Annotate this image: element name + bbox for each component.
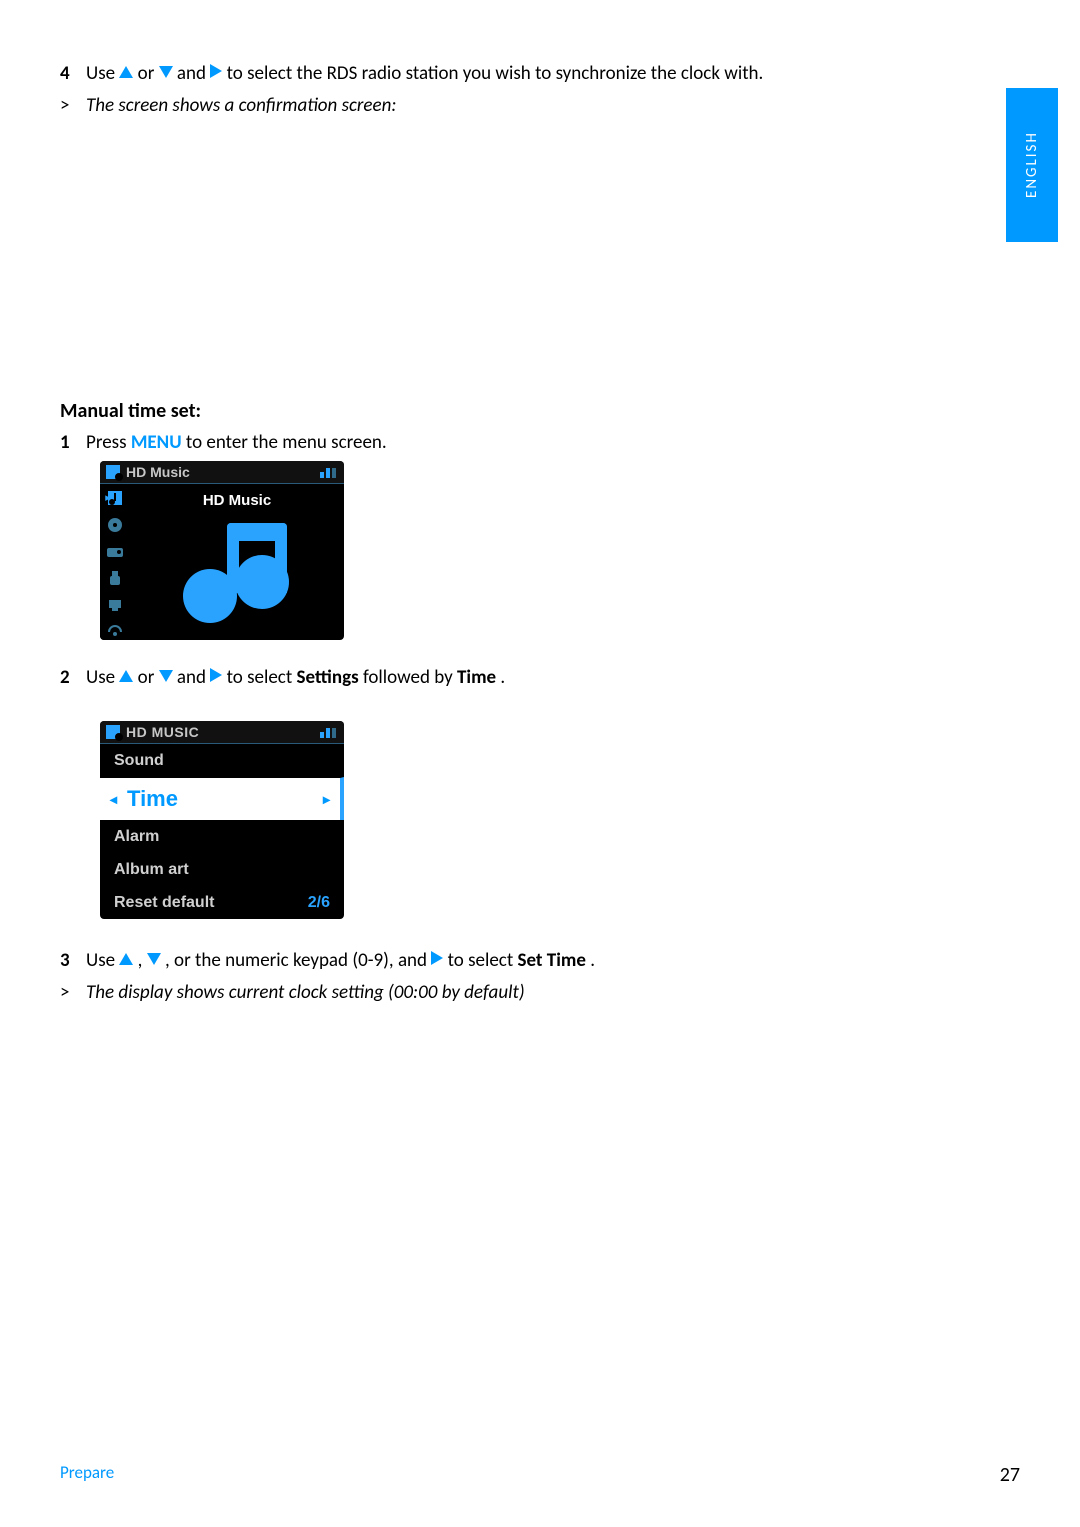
music-note-icon [106, 725, 120, 739]
sidebar-music-icon [106, 490, 124, 507]
screen1-title: HD Music [126, 464, 190, 480]
time-label: Time [457, 666, 496, 689]
footer-section: Prepare [60, 1462, 114, 1483]
up-icon [119, 953, 133, 965]
t: followed by [363, 666, 457, 689]
t: to select [227, 666, 297, 689]
sidebar-cd-icon [106, 516, 124, 533]
screen1-header: HD Music [100, 461, 344, 484]
sidebar-aux-icon [106, 596, 124, 613]
step-3-text: Use , , or the numeric keypad (0-9), and… [86, 947, 1020, 975]
up-icon [119, 66, 133, 78]
step-4-text: Use or and to select the RDS radio stati… [86, 60, 1020, 88]
sidebar-radio-icon [106, 543, 124, 560]
page-indicator: 2/6 [308, 894, 330, 912]
step-4: 4 Use or and to select the RDS radio sta… [60, 60, 1020, 88]
step-1-text: Press MENU to enter the menu screen. [86, 429, 1020, 457]
t: Use [86, 666, 119, 689]
section-heading: Manual time set: [60, 399, 1020, 423]
settings-list: Sound ◂ Time ▸ Alarm Album art Reset def… [100, 744, 344, 919]
settings-item-reset: Reset default 2/6 [100, 886, 344, 919]
step-number: 4 [60, 60, 86, 88]
step-2: 2 Use or and to select Settings followed… [60, 664, 1020, 692]
reset-label: Reset default [114, 894, 214, 912]
page-number: 27 [1000, 1463, 1020, 1487]
step-1: 1 Press MENU to enter the menu screen. [60, 429, 1020, 457]
t: Use [86, 949, 119, 972]
t: , [138, 949, 147, 972]
step-4-result-text: The screen shows a confirmation screen: [86, 92, 1020, 120]
right-icon [210, 64, 222, 78]
menu-label: MENU [131, 431, 182, 454]
device-screen-hdmusic: HD Music [100, 461, 344, 640]
signal-icon [320, 466, 338, 478]
t: to select the RDS radio station you wish… [227, 62, 764, 85]
t: or [138, 666, 159, 689]
step-3-result: > The display shows current clock settin… [60, 979, 1020, 1007]
set-time-label: Set Time [518, 949, 586, 972]
step-number: 3 [60, 947, 86, 975]
settings-item-sound: Sound [100, 744, 344, 777]
step-2-text: Use or and to select Settings followed b… [86, 664, 1020, 692]
step-number: 1 [60, 429, 86, 457]
music-note-large-icon [177, 517, 297, 627]
t: . [500, 666, 505, 689]
signal-icon [320, 726, 338, 738]
t: , or the numeric keypad (0-9), and [165, 949, 431, 972]
result-marker: > [60, 92, 86, 120]
screen1-sidebar [100, 484, 130, 640]
language-tab: ENGLISH [1006, 88, 1058, 242]
settings-item-alarm: Alarm [100, 820, 344, 853]
right-arrow-icon: ▸ [323, 791, 330, 808]
sidebar-usb-icon [106, 570, 124, 587]
settings-item-time-selected: ◂ Time ▸ [100, 777, 344, 820]
t: or [138, 62, 159, 85]
step-4-result: > The screen shows a confirmation screen… [60, 92, 1020, 120]
step-3: 3 Use , , or the numeric keypad (0-9), a… [60, 947, 1020, 975]
t: to select [448, 949, 518, 972]
screen1-main: HD Music [130, 484, 344, 640]
right-icon [210, 668, 222, 682]
result-marker: > [60, 979, 86, 1007]
down-icon [147, 953, 161, 965]
step-number: 2 [60, 664, 86, 692]
manual-page: ENGLISH 4 Use or and to select the RDS r… [0, 0, 1080, 1527]
t: and [177, 62, 210, 85]
settings-item-time-label: Time [127, 786, 178, 812]
rds-step-block: 4 Use or and to select the RDS radio sta… [60, 60, 1020, 119]
down-icon [159, 66, 173, 78]
step-3-result-text: The display shows current clock setting … [86, 979, 1020, 1007]
t: and [177, 666, 210, 689]
music-note-icon [106, 465, 120, 479]
screen1-body: HD Music [100, 484, 344, 640]
settings-label: Settings [296, 666, 358, 689]
device-screen-settings: HD MUSIC Sound ◂ Time ▸ Alarm Album art … [100, 721, 344, 919]
sidebar-network-icon [106, 623, 124, 640]
t: to enter the menu screen. [186, 431, 387, 454]
t: . [590, 949, 595, 972]
left-arrow-icon: ◂ [110, 791, 117, 808]
screen2-title: HD MUSIC [126, 724, 199, 740]
t: Use [86, 62, 119, 85]
t: Press [86, 431, 131, 454]
up-icon [119, 670, 133, 682]
screen1-main-title: HD Music [203, 492, 271, 509]
right-icon [431, 951, 443, 965]
screen2-header: HD MUSIC [100, 721, 344, 744]
settings-item-album-art: Album art [100, 853, 344, 886]
down-icon [159, 670, 173, 682]
